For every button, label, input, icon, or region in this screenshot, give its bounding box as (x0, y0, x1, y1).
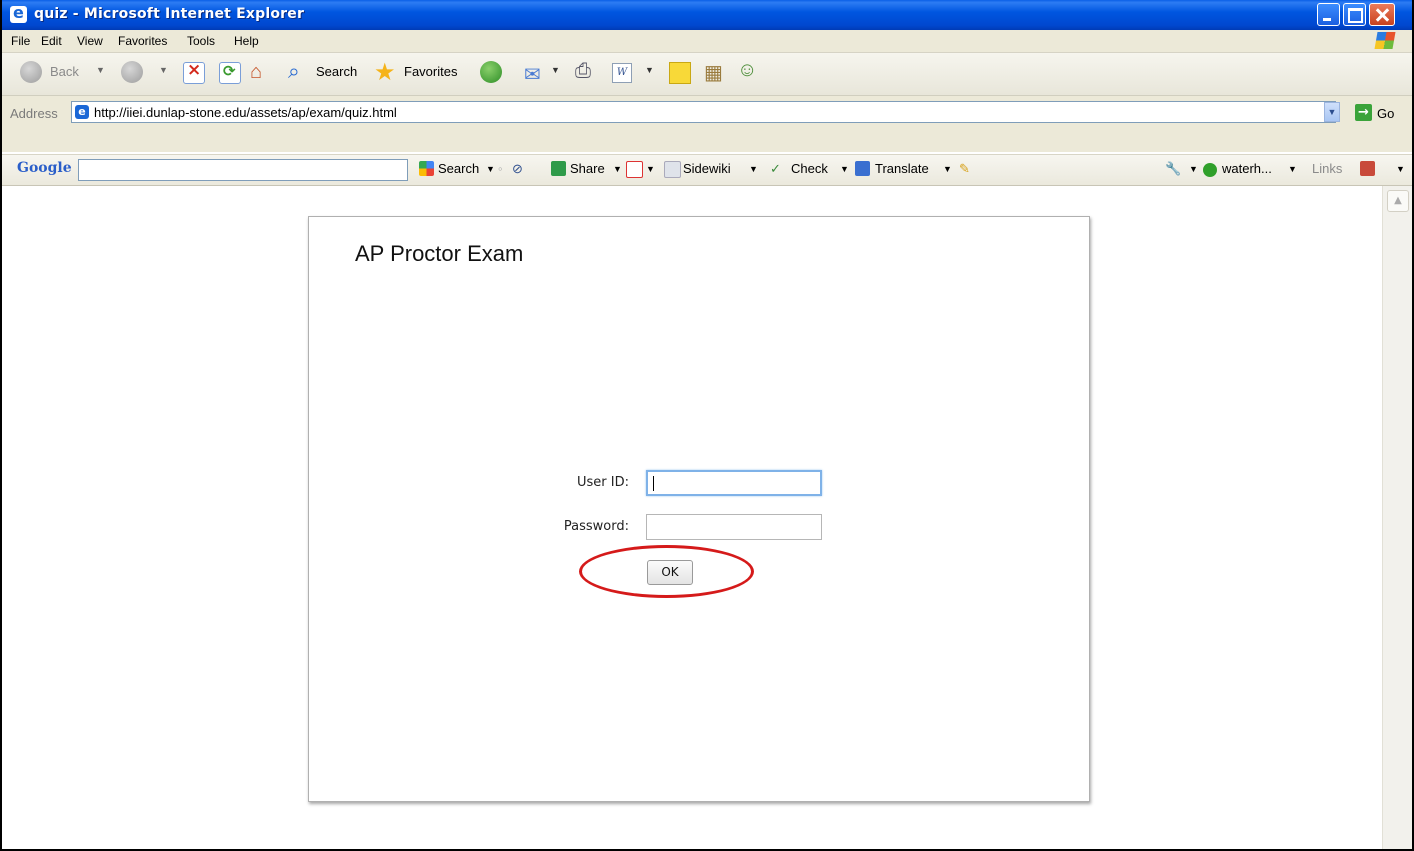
close-button[interactable] (1369, 3, 1395, 26)
menu-tools[interactable]: Tools (187, 34, 215, 48)
menu-view[interactable]: View (77, 34, 103, 48)
address-label: Address (10, 106, 58, 121)
search-button[interactable]: Search (316, 64, 357, 79)
separator-icon: ◦ (498, 161, 503, 176)
share-icon[interactable] (551, 161, 566, 176)
user-id-input[interactable] (646, 470, 822, 496)
check-dropdown-icon[interactable]: ▼ (840, 164, 849, 174)
mail-icon[interactable]: ✉ (524, 62, 541, 87)
spellcheck-icon[interactable]: ✓ (770, 161, 781, 177)
password-input[interactable] (646, 514, 822, 540)
profile-dropdown-icon[interactable]: ▼ (1288, 164, 1297, 174)
favorites-button[interactable]: Favorites (404, 64, 457, 79)
home-icon[interactable]: ⌂ (250, 61, 262, 84)
share-dropdown-icon[interactable]: ▼ (613, 164, 622, 174)
wrench-dropdown-icon[interactable]: ▼ (1189, 164, 1198, 174)
title-bar: quiz - Microsoft Internet Explorer (2, 0, 1412, 30)
links-button[interactable]: Links (1312, 161, 1342, 176)
popup-dropdown-icon[interactable]: ▼ (646, 164, 655, 174)
print-icon[interactable]: ⎙ (575, 60, 591, 83)
address-dropdown-icon[interactable]: ▼ (1324, 102, 1340, 122)
sidewiki-dropdown-icon[interactable]: ▼ (749, 164, 758, 174)
history-icon[interactable] (480, 61, 502, 83)
stop-icon[interactable] (183, 60, 205, 84)
notes-icon[interactable] (669, 62, 691, 84)
edit-dropdown-icon[interactable]: ▼ (645, 65, 654, 75)
windows-logo-icon (1374, 32, 1396, 49)
google-logo: Google (17, 160, 72, 176)
login-panel: AP Proctor Exam User ID: Password: OK (308, 216, 1090, 802)
google-search-button[interactable]: Search (438, 161, 479, 176)
extension-icon[interactable] (1360, 161, 1375, 176)
check-button[interactable]: Check (791, 161, 828, 176)
edit-word-icon[interactable]: W (612, 63, 632, 83)
browser-window: quiz - Microsoft Internet Explorer File … (0, 0, 1414, 851)
page-icon: e (75, 105, 89, 119)
text-caret (653, 476, 654, 491)
google-search-input[interactable] (78, 159, 408, 181)
go-button[interactable]: Go (1377, 106, 1394, 121)
search-dropdown-icon[interactable]: ▼ (486, 164, 495, 174)
back-dropdown-icon[interactable]: ▼ (96, 65, 105, 75)
menu-file[interactable]: File (11, 34, 30, 48)
refresh-icon[interactable] (219, 62, 241, 84)
translate-dropdown-icon[interactable]: ▼ (943, 164, 952, 174)
share-button[interactable]: Share (570, 161, 605, 176)
address-field[interactable]: e http://iiei.dunlap-stone.edu/assets/ap… (71, 101, 1336, 123)
highlighter-icon[interactable]: ✎ (959, 161, 970, 177)
google-search-icon[interactable] (419, 161, 434, 176)
popup-blocker-icon[interactable] (626, 161, 643, 178)
profile-button[interactable]: waterh... (1222, 161, 1272, 176)
messenger-icon[interactable]: ☺ (737, 59, 757, 82)
status-dot-icon (1203, 163, 1217, 177)
wrench-icon[interactable]: 🔧 (1165, 161, 1181, 177)
extension-dropdown-icon[interactable]: ▼ (1396, 164, 1405, 174)
forward-dropdown-icon[interactable]: ▼ (159, 65, 168, 75)
sidewiki-icon[interactable] (664, 161, 681, 178)
window-title: quiz - Microsoft Internet Explorer (34, 6, 305, 22)
maximize-button[interactable] (1343, 3, 1366, 26)
translate-button[interactable]: Translate (875, 161, 929, 176)
forward-arrow-icon[interactable] (121, 61, 143, 83)
sidewiki-button[interactable]: Sidewiki (683, 161, 731, 176)
menu-favorites[interactable]: Favorites (118, 34, 167, 48)
menu-edit[interactable]: Edit (41, 34, 62, 48)
go-arrow-icon[interactable]: → (1355, 104, 1372, 121)
page-title: AP Proctor Exam (355, 241, 524, 266)
menu-bar: File Edit View Favorites Tools Help (2, 30, 1412, 53)
password-label: Password: (563, 519, 629, 534)
vertical-scrollbar[interactable]: ▲ (1382, 186, 1412, 849)
ok-button[interactable]: OK (647, 560, 693, 585)
compass-icon[interactable]: ⊘ (512, 161, 523, 177)
address-bar: Address e http://iiei.dunlap-stone.edu/a… (2, 96, 1412, 152)
google-toolbar: Google Search ▼ ◦ ⊘ Share ▼ ▼ Sidewiki ▼… (2, 154, 1412, 186)
standard-toolbar: Back ▼ ▼ ⌂ ⌕ Search ★ Favorites ✉ ▼ ⎙ W … (2, 53, 1412, 96)
menu-help[interactable]: Help (234, 34, 259, 48)
address-url[interactable]: http://iiei.dunlap-stone.edu/assets/ap/e… (94, 105, 397, 120)
minimize-button[interactable] (1317, 3, 1340, 26)
ie-icon (10, 3, 27, 23)
mail-dropdown-icon[interactable]: ▼ (551, 65, 560, 75)
back-button[interactable]: Back (50, 64, 79, 79)
translate-icon[interactable] (855, 161, 870, 176)
search-icon[interactable]: ⌕ (288, 60, 300, 84)
back-arrow-icon[interactable] (20, 61, 42, 83)
scroll-up-icon[interactable]: ▲ (1387, 190, 1409, 212)
research-icon[interactable]: ▦ (704, 60, 723, 85)
user-id-label: User ID: (577, 475, 629, 490)
favorites-star-icon[interactable]: ★ (374, 58, 396, 87)
